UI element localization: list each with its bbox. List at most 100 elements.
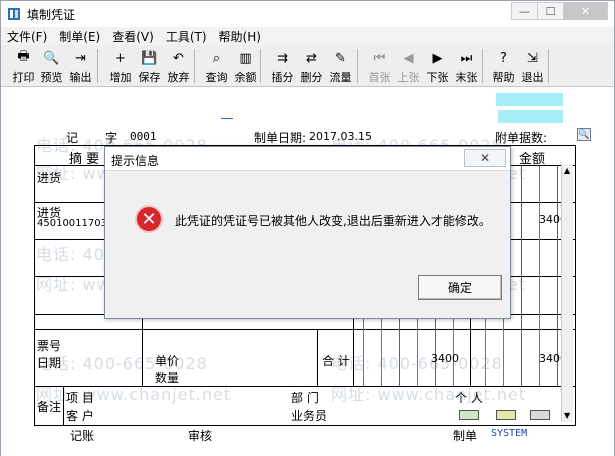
toolbar-label: 输出: [69, 71, 92, 84]
ok-button[interactable]: 确定: [418, 275, 502, 300]
toolbar-label: 查询: [205, 71, 228, 84]
note-icon[interactable]: [496, 410, 516, 420]
toolbar-separator: [194, 49, 195, 83]
card-icon[interactable]: [459, 410, 479, 420]
menu-view[interactable]: 查看(V): [106, 28, 160, 45]
error-icon: ✕: [135, 205, 163, 233]
toolbar-separator: [357, 49, 358, 83]
binoculars-button[interactable]: ⌕ 查询: [203, 47, 230, 85]
preview-button[interactable]: 🔍 预览: [38, 47, 65, 85]
title-underline: [221, 118, 233, 119]
next-record-icon: ▶: [432, 50, 443, 66]
date-label: 制单日期:: [254, 131, 307, 145]
maximize-button[interactable]: ☐: [537, 2, 564, 20]
app-window: 填制凭证 — ☐ ✕ 文件(F) 制单(E) 查看(V) 工具(T) 帮助(H)…: [0, 0, 615, 456]
first-record-button[interactable]: ⏮ 首张: [366, 47, 393, 85]
voucher-scrollbar[interactable]: ▲ ▼: [561, 164, 573, 422]
menu-help[interactable]: 帮助(H): [213, 28, 267, 45]
toolbar-label: 末张: [455, 71, 478, 84]
save-button[interactable]: 💾 保存: [136, 47, 163, 85]
export-button[interactable]: ⇥ 输出: [67, 47, 94, 85]
previous-record-button[interactable]: ◀ 上张: [395, 47, 422, 85]
close-window-button[interactable]: ✕: [563, 2, 608, 20]
toolbar-label: 增加: [109, 71, 132, 84]
bar-chart-button[interactable]: ▥ 余额: [232, 47, 259, 85]
window-controls: — ☐ ✕: [511, 2, 608, 20]
dialog-close-button[interactable]: ✕: [464, 149, 506, 167]
total-label: 合 计: [322, 354, 350, 368]
toolbar-label: 打印: [12, 71, 35, 84]
ticket-no-label: 票号: [37, 339, 62, 353]
preview-icon: 🔍: [43, 50, 60, 66]
total-debit: 3400: [431, 352, 459, 365]
last-record-button[interactable]: ⏭ 末张: [453, 47, 480, 85]
voucher-type-field[interactable]: [496, 93, 563, 106]
delete-row-button[interactable]: ⇄ 删分: [298, 47, 325, 85]
menu-bar: 文件(F) 制单(E) 查看(V) 工具(T) 帮助(H): [1, 27, 614, 45]
next-record-button[interactable]: ▶ 下张: [424, 47, 451, 85]
scroll-up-icon[interactable]: ▲: [564, 166, 570, 175]
insert-row-button[interactable]: ⇉ 插分: [269, 47, 296, 85]
voucher-flag-field: [498, 110, 563, 123]
attachments-label: 附单据数:: [495, 131, 548, 145]
help-icon: ?: [500, 50, 507, 66]
cash-flow-icon: ✎: [335, 50, 346, 66]
toolbar-label: 上张: [397, 71, 420, 84]
project-label: 项 目: [66, 391, 94, 405]
maker-name: SYSTEM: [491, 428, 528, 439]
minimize-button[interactable]: —: [511, 2, 538, 20]
dialog-title: 提示信息: [111, 154, 160, 168]
row-1-summary[interactable]: 进货: [37, 169, 61, 186]
toolbar-separator: [260, 49, 261, 83]
bookkeeping-label: 记账: [70, 429, 95, 443]
title-bar: 填制凭证 — ☐ ✕: [1, 1, 614, 27]
stamp-icon[interactable]: [530, 410, 550, 420]
toolbar: 🖶 打印 🔍 预览 ⇥ 输出 + 增加 💾 保存 ↶ 放弃 ⌕ 查询 ▥ 余额 ⇉ 插分 ⇄ 删分 ✎ 流量 ⏮ 首张 ◀ 上张 ▶…: [1, 45, 614, 87]
toolbar-label: 下张: [426, 71, 449, 84]
last-record-icon: ⏭: [460, 50, 473, 66]
salesperson-label: 业务员: [291, 409, 328, 423]
voucher-type-label: 记: [66, 131, 79, 145]
maker-label: 制单: [453, 429, 478, 443]
menu-voucher[interactable]: 制单(E): [53, 28, 106, 45]
voucher-number[interactable]: 0001: [130, 130, 157, 143]
delete-row-icon: ⇄: [306, 50, 317, 66]
save-icon: 💾: [141, 50, 158, 66]
export-icon: ⇥: [75, 50, 86, 66]
help-button[interactable]: ? 帮助: [490, 47, 517, 85]
customer-label: 客 户: [66, 409, 94, 423]
toolbar-label: 流量: [329, 71, 352, 84]
toolbar-label: 保存: [138, 71, 161, 84]
toolbar-label: 插分: [271, 71, 294, 84]
add-document-icon: +: [115, 50, 126, 66]
exit-button[interactable]: ⇲ 退出: [519, 47, 546, 85]
exit-icon: ⇲: [527, 50, 538, 66]
toolbar-label: 删分: [300, 71, 323, 84]
lookup-icon[interactable]: 🔍: [577, 128, 591, 141]
toolbar-separator: [97, 49, 98, 83]
toolbar-label: 放弃: [167, 71, 190, 84]
printer-button[interactable]: 🖶 打印: [10, 47, 37, 85]
toolbar-separator: [548, 49, 549, 83]
undo-button[interactable]: ↶ 放弃: [165, 47, 192, 85]
toolbar-label: 余额: [234, 71, 257, 84]
menu-file[interactable]: 文件(F): [1, 28, 53, 45]
department-label: 部 门: [291, 391, 319, 405]
cash-flow-button[interactable]: ✎ 流量: [327, 47, 354, 85]
dialog-message: 此凭证的凭证号已被其他人改变,退出后重新进入才能修改。: [175, 214, 491, 228]
scroll-down-icon[interactable]: ▼: [564, 411, 570, 420]
printer-icon: 🖶: [17, 49, 30, 64]
voucher-zi-label: 字: [105, 131, 118, 145]
toolbar-label: 帮助: [492, 71, 515, 84]
app-icon: [8, 8, 20, 20]
toolbar-separator: [482, 49, 483, 83]
quantity-label: 数量: [155, 371, 180, 385]
add-document-button[interactable]: + 增加: [107, 47, 134, 85]
previous-record-icon: ◀: [403, 50, 414, 66]
voucher-date[interactable]: 2017.03.15: [309, 130, 372, 143]
bar-chart-icon: ▥: [239, 50, 252, 66]
audit-label: 审核: [188, 429, 213, 443]
toolbar-label: 首张: [368, 71, 391, 84]
menu-tools[interactable]: 工具(T): [160, 28, 213, 45]
first-record-icon: ⏮: [373, 50, 386, 66]
